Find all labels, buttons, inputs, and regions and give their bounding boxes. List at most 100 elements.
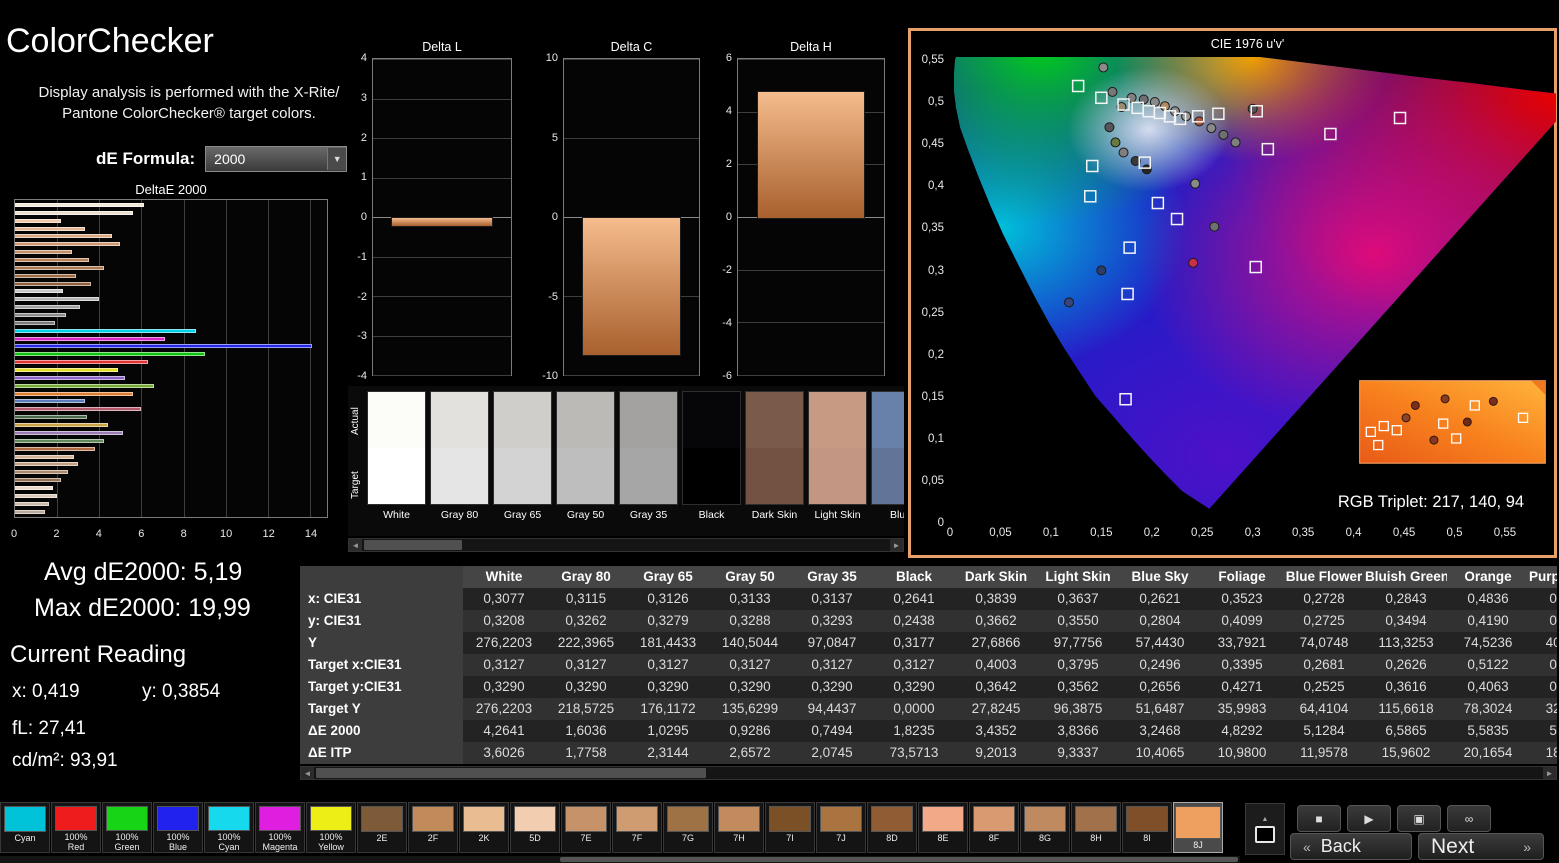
next-button[interactable]: Next » bbox=[1418, 833, 1544, 860]
axis-tick-label: 0,55 bbox=[922, 54, 944, 66]
swatch-scrollbar[interactable]: ◄ ► bbox=[348, 538, 904, 552]
patch-button-7j[interactable]: 7J bbox=[816, 802, 866, 853]
axis-tick-label: 0 bbox=[552, 211, 558, 223]
patch-button-7g[interactable]: 7G bbox=[663, 802, 713, 853]
swatch-colors bbox=[556, 391, 615, 505]
delta-c-title: Delta C bbox=[563, 40, 700, 54]
patch-swatch bbox=[922, 806, 964, 832]
back-button[interactable]: « Back bbox=[1290, 833, 1412, 860]
column-header: Orange bbox=[1447, 566, 1529, 588]
patch-button-2f[interactable]: 2F bbox=[408, 802, 458, 853]
pattern-window-button[interactable]: ▲ bbox=[1245, 803, 1285, 855]
table-cell: 0,3662 bbox=[955, 610, 1037, 632]
scroll-left-icon[interactable]: ◄ bbox=[349, 539, 362, 551]
delta-c-chart: Delta C 1050-5-10 bbox=[537, 40, 700, 378]
swatch-scroll-track[interactable] bbox=[362, 539, 890, 551]
swatch-gray-50: Gray 50 bbox=[556, 391, 615, 536]
de-formula-select[interactable]: 2000 ▼ bbox=[205, 146, 347, 172]
table-cell: 0,2166 bbox=[1529, 654, 1557, 676]
patch-button-100-red[interactable]: 100% Red bbox=[51, 802, 101, 853]
patch-button-cyan[interactable]: Cyan bbox=[0, 802, 50, 853]
axis-tick-label: 2 bbox=[726, 158, 732, 170]
patch-button-8f[interactable]: 8F bbox=[969, 802, 1019, 853]
avg-de2000: Avg dE2000: 5,19 bbox=[44, 558, 242, 587]
patch-button-8j[interactable]: 8J bbox=[1173, 802, 1223, 853]
deltae-chart-title: DeltaE 2000 bbox=[12, 182, 330, 197]
table-cell: 0,0000 bbox=[873, 698, 955, 720]
patch-button-100-magenta[interactable]: 100% Magenta bbox=[255, 802, 305, 853]
table-scroll-thumb[interactable] bbox=[316, 768, 706, 778]
play-button[interactable]: ▶ bbox=[1347, 805, 1391, 832]
patch-button-7h[interactable]: 7H bbox=[714, 802, 764, 853]
patch-button-100-cyan[interactable]: 100% Cyan bbox=[204, 802, 254, 853]
table-cell: 0,3839 bbox=[955, 588, 1037, 610]
table-cell: 0,3562 bbox=[1037, 676, 1119, 698]
table-cell: 18,1254 bbox=[1529, 742, 1557, 764]
table-cell: 0,3127 bbox=[627, 654, 709, 676]
loop-button[interactable]: ∞ bbox=[1447, 805, 1491, 832]
patch-button-7i[interactable]: 7I bbox=[765, 802, 815, 853]
toolbar-scrollbar[interactable] bbox=[0, 856, 1240, 863]
cie-title: CIE 1976 u'v' bbox=[951, 37, 1544, 51]
table-cell: 0,2725 bbox=[1283, 610, 1365, 632]
patch-button-5d[interactable]: 5D bbox=[510, 802, 560, 853]
table-cell: 0,3523 bbox=[1201, 588, 1283, 610]
deltae-bar bbox=[15, 234, 112, 238]
swatch-scroll-thumb[interactable] bbox=[364, 540, 462, 550]
patch-button-8h[interactable]: 8H bbox=[1071, 802, 1121, 853]
measurement-point bbox=[1105, 123, 1114, 132]
column-header: Black bbox=[873, 566, 955, 588]
patch-button-100-green[interactable]: 100% Green bbox=[102, 802, 152, 853]
patch-swatch bbox=[463, 806, 505, 832]
table-cell: 0,3127 bbox=[463, 654, 545, 676]
patch-button-7f[interactable]: 7F bbox=[612, 802, 662, 853]
table-cell: 0,3616 bbox=[1365, 676, 1447, 698]
table-cell: 11,9578 bbox=[1283, 742, 1365, 764]
patch-button-8i[interactable]: 8I bbox=[1122, 802, 1172, 853]
table-scroll-track[interactable] bbox=[314, 767, 1543, 779]
toolbar-scroll-thumb[interactable] bbox=[560, 857, 1238, 862]
scroll-left-icon[interactable]: ◄ bbox=[301, 767, 314, 779]
patch-button-2k[interactable]: 2K bbox=[459, 802, 509, 853]
grid-line bbox=[738, 59, 884, 60]
axis-tick-label: 0 bbox=[361, 211, 367, 223]
axis-tick-label: 6 bbox=[726, 52, 732, 64]
swatch-white: White bbox=[367, 391, 426, 536]
deltae-bar bbox=[15, 344, 312, 348]
table-cell: 0,2804 bbox=[1119, 610, 1201, 632]
patch-button-100-blue[interactable]: 100% Blue bbox=[153, 802, 203, 853]
delta-l-plot bbox=[372, 58, 512, 376]
patch-button-7e[interactable]: 7E bbox=[561, 802, 611, 853]
swatch-dark-skin: Dark Skin bbox=[745, 391, 804, 536]
measurement-point bbox=[1111, 138, 1120, 147]
patch-button-8d[interactable]: 8D bbox=[867, 802, 917, 853]
chevron-down-icon[interactable]: ▼ bbox=[327, 148, 346, 170]
actual-row-label: Actual bbox=[350, 390, 364, 452]
column-header: Foliage bbox=[1201, 566, 1283, 588]
axis-tick-label: 12 bbox=[262, 528, 274, 540]
table-cell: 33,7921 bbox=[1201, 632, 1283, 654]
table-cell: 0,9286 bbox=[709, 720, 791, 742]
capture-button[interactable]: ▣ bbox=[1397, 805, 1441, 832]
max-de2000: Max dE2000: 19,99 bbox=[34, 594, 251, 623]
table-header-row: WhiteGray 80Gray 65Gray 50Gray 35BlackDa… bbox=[300, 566, 1557, 588]
patch-button-2e[interactable]: 2E bbox=[357, 802, 407, 853]
deltae-bar bbox=[15, 337, 165, 341]
patch-button-label: 8F bbox=[989, 833, 1000, 843]
deltae-bar bbox=[15, 399, 85, 403]
table-cell: 0,3795 bbox=[1037, 654, 1119, 676]
scroll-right-icon[interactable]: ► bbox=[1543, 767, 1556, 779]
patch-button-8g[interactable]: 8G bbox=[1020, 802, 1070, 853]
grid-line bbox=[373, 138, 511, 139]
patch-button-100-yellow[interactable]: 100% Yellow bbox=[306, 802, 356, 853]
scroll-right-icon[interactable]: ► bbox=[890, 539, 903, 551]
swatch-colors bbox=[682, 391, 741, 505]
axis-tick-label: 0,4 bbox=[928, 180, 944, 192]
table-cell: 3,2468 bbox=[1119, 720, 1201, 742]
table-scrollbar[interactable]: ◄ ► bbox=[300, 766, 1557, 780]
patch-button-8e[interactable]: 8E bbox=[918, 802, 968, 853]
stop-button[interactable]: ■ bbox=[1297, 805, 1341, 832]
table-cell: 0,2621 bbox=[1119, 588, 1201, 610]
table-cell: 9,3337 bbox=[1037, 742, 1119, 764]
grid-line bbox=[564, 138, 699, 139]
